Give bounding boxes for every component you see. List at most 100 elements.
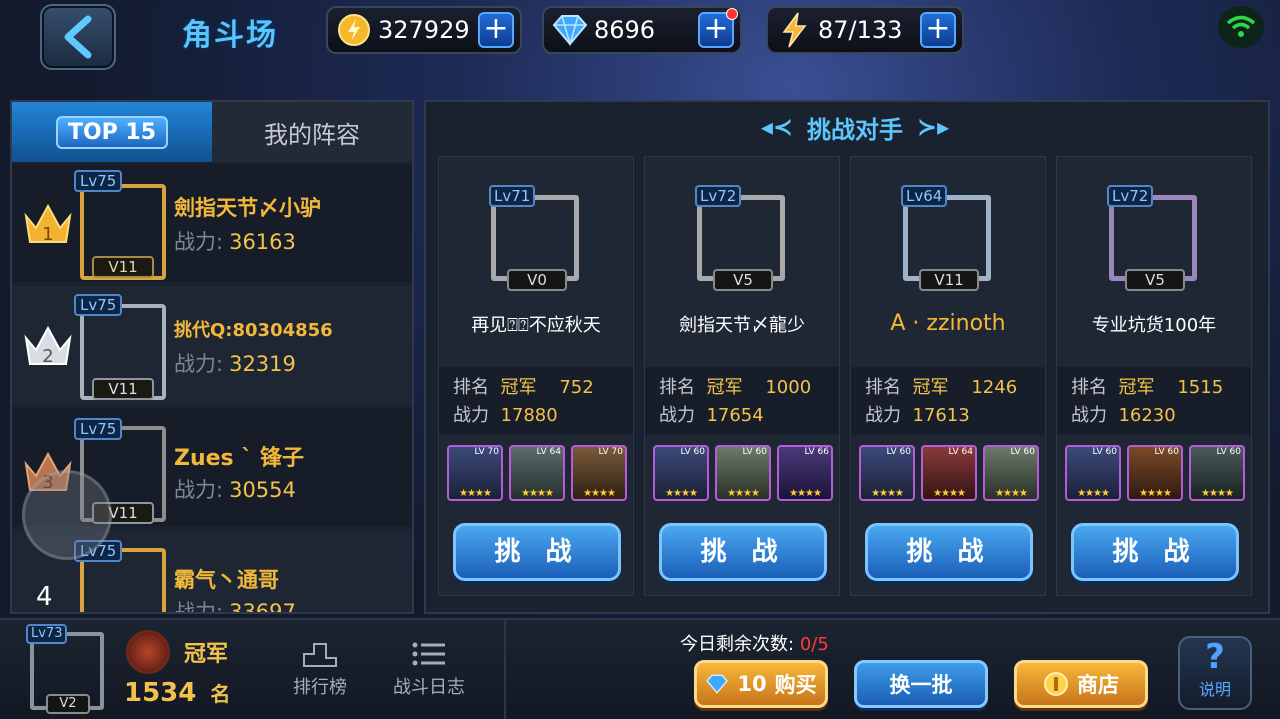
player-name: 挑代Q:80304856 [174,320,333,341]
question-icon: ? [1205,637,1225,677]
hero-portrait[interactable]: LV 60 ★★★★ [983,445,1039,501]
challenge-button[interactable]: 挑 战 [659,523,827,581]
coin-icon [1044,672,1068,696]
challenge-button[interactable]: 挑 战 [1071,523,1239,581]
level-badge: Lv75 [74,294,123,316]
diamond-icon [552,12,588,48]
add-diamond-button[interactable]: + [698,8,738,48]
hero-portrait[interactable]: LV 66 ★★★★ [777,445,833,501]
opponent-info: 排名 冠军 1000 战力 17654 [645,367,839,435]
energy-counter: 87/133 + [766,6,964,54]
vip-badge: V0 [507,269,567,291]
player-name: Zues ` 锋子 [174,446,304,471]
gold-counter: 327929 + [326,6,522,54]
page-title: 角斗场 [182,18,278,53]
divider [504,620,506,719]
remaining-attempts: 今日剩余次数: 0/5 [680,634,829,655]
buy-label: 购买 [774,673,817,697]
hero-portrait[interactable]: LV 60 ★★★★ [1127,445,1183,501]
energy-value: 87/133 [818,16,903,44]
opponent-name: 劍指天节〆龍少 [679,315,805,336]
challenge-title-text: 挑战对手 [807,115,903,144]
level-badge: Lv75 [74,170,123,192]
ranking-row[interactable]: 1 Lv75 V11 劍指天节〆小驴 战力: 36163 [12,164,412,282]
diamond-value: 8696 [594,16,656,44]
wifi-icon [1218,6,1264,48]
help-button[interactable]: ? 说明 [1178,636,1252,710]
level-badge: Lv71 [489,185,536,207]
player-power: 战力: 30554 [174,478,296,502]
lightning-icon [776,12,812,48]
opponent-name: 专业坑货100年 [1091,315,1217,336]
svg-text:1: 1 [42,224,53,245]
vip-badge: V5 [713,269,773,291]
hero-lineup: LV 60 ★★★★ LV 64 ★★★★ LV 60 ★★★★ [859,445,1039,501]
battle-log-label: 战斗日志 [393,677,465,698]
hero-portrait[interactable]: LV 70 ★★★★ [447,445,503,501]
buy-attempts-button[interactable]: 10 购买 [694,660,828,708]
opponent-info: 排名 冠军 1515 战力 16230 [1057,367,1251,435]
hero-portrait[interactable]: LV 60 ★★★★ [859,445,915,501]
svg-text:2: 2 [42,346,53,367]
battle-log-button[interactable]: 战斗日志 [386,640,472,699]
rank-number: 4 [36,582,53,612]
player-name: 霸气丶通哥 [174,568,279,592]
vip-badge: V11 [92,256,154,278]
virtual-joystick[interactable] [22,470,112,560]
opponent-name: 再见⍰⍰不应秋天 [471,315,601,336]
hero-portrait[interactable]: LV 60 ★★★★ [653,445,709,501]
hero-lineup: LV 60 ★★★★ LV 60 ★★★★ LV 66 ★★★★ [653,445,833,501]
chevron-left-icon [64,15,92,59]
gold-value: 327929 [378,16,470,44]
hero-portrait[interactable]: LV 60 ★★★★ [1189,445,1245,501]
back-button[interactable] [40,4,116,70]
challenge-button[interactable]: 挑 战 [453,523,621,581]
player-power: 战力: 36163 [174,230,296,254]
opponent-name: A · zzinoth [890,311,1006,336]
add-gold-button[interactable]: + [478,12,514,48]
podium-icon [303,643,337,667]
help-label: 说明 [1198,680,1231,699]
tab-top15-label: TOP 15 [55,115,169,149]
shop-button[interactable]: 商店 [1014,660,1148,708]
refresh-opponents-button[interactable]: 换一批 [854,660,988,708]
hero-lineup: LV 60 ★★★★ LV 60 ★★★★ LV 60 ★★★★ [1065,445,1245,501]
hero-portrait[interactable]: LV 60 ★★★★ [1065,445,1121,501]
vip-badge: V11 [919,269,979,291]
my-level-badge: Lv73 [26,624,68,644]
opponent-info: 排名 冠军 1246 战力 17613 [851,367,1045,435]
ranking-row[interactable]: 2 Lv75 V11 挑代Q:80304856 战力: 32319 [12,286,412,404]
gold-coin-icon [336,12,372,48]
opponent-card: Lv72 V5 劍指天节〆龍少 排名 冠军 1000 战力 17654 LV 6… [644,156,840,596]
level-badge: Lv64 [901,185,948,207]
silver-crown-icon: 2 [24,325,72,367]
vip-badge: V11 [92,378,154,400]
tab-top15[interactable]: TOP 15 [12,102,212,162]
notification-dot [726,8,738,20]
hero-portrait[interactable]: LV 70 ★★★★ [571,445,627,501]
wing-right-icon: ≻▸ [917,113,950,141]
wing-left-icon: ◂≺ [760,113,793,141]
tab-my-lineup[interactable]: 我的阵容 [212,102,412,162]
buy-cost: 10 [737,672,767,696]
leaderboard-button[interactable]: 排行榜 [288,640,352,699]
hero-portrait[interactable]: LV 64 ★★★★ [921,445,977,501]
level-badge: Lv75 [74,418,123,440]
add-energy-button[interactable]: + [920,12,956,48]
my-rank: 1534 名 [124,678,231,708]
hero-portrait[interactable]: LV 60 ★★★★ [715,445,771,501]
diamond-counter: 8696 + [542,6,742,54]
list-icon [412,642,445,666]
challenge-title: ◂≺ 挑战对手 ≻▸ [740,110,970,144]
my-vip-badge: V2 [46,694,90,714]
player-power: 战力: 33697 [174,600,296,612]
shop-label: 商店 [1077,673,1119,697]
challenge-button[interactable]: 挑 战 [865,523,1033,581]
diamond-icon [706,674,729,694]
player-power: 战力: 32319 [174,352,296,376]
player-name: 劍指天节〆小驴 [174,196,321,220]
leaderboard-label: 排行榜 [293,677,347,698]
hero-portrait[interactable]: LV 64 ★★★★ [509,445,565,501]
vip-badge: V5 [1125,269,1185,291]
champion-emblem-icon [126,630,170,674]
